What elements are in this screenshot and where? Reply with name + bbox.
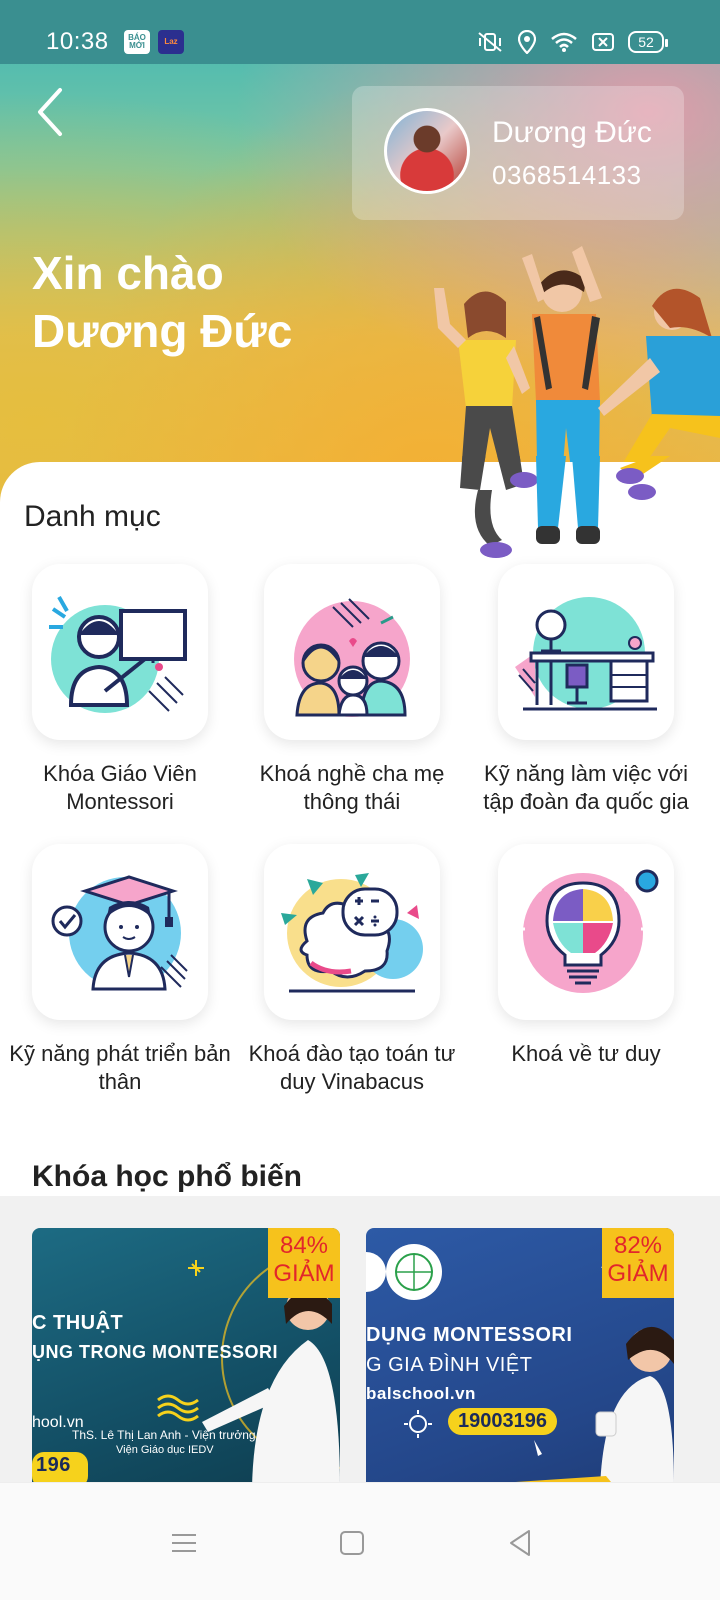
graduate-icon — [51, 875, 188, 991]
students-illustration-foreground — [460, 456, 670, 558]
battery-icon: 52 — [628, 31, 668, 53]
discount-badge: 82% GIẢM — [602, 1228, 674, 1298]
course-title-line2: G GIA ĐÌNH VIỆT — [366, 1354, 533, 1376]
category-label: Khoá đào tạo toán tư duy Vinabacus — [248, 1041, 456, 1094]
category-label: Khoá nghề cha mẹ thông thái — [259, 761, 445, 814]
category-self-development[interactable]: Kỹ năng phát triển bản thân — [2, 844, 238, 1096]
category-label: Kỹ năng phát triển bản thân — [9, 1041, 231, 1094]
greeting: Xin chào Dương Đức — [32, 244, 292, 360]
status-bar: 10:38 BÁO MỚI Laz 52 — [0, 0, 720, 64]
profile-card[interactable]: Dương Đức 0368514133 — [352, 86, 684, 220]
category-tile[interactable] — [32, 564, 208, 740]
discount-label: GIẢM — [607, 1260, 669, 1287]
category-vinabacus[interactable]: Khoá đào tạo toán tư duy Vinabacus — [234, 844, 470, 1096]
family-icon — [294, 598, 410, 717]
category-label: Kỹ năng làm việc với tập đoàn đa quốc gi… — [483, 761, 689, 814]
course-card[interactable]: 82% GIẢM DỤNG MONTESSORI G GIA ĐÌNH VIỆT… — [366, 1228, 674, 1488]
home-button[interactable] — [322, 1513, 382, 1573]
category-label: Khóa Giáo Viên Montessori — [43, 761, 197, 814]
puzzle-bulb-icon — [517, 867, 659, 993]
profile-name: Dương Đức — [492, 116, 652, 149]
profile-phone: 0368514133 — [492, 160, 642, 190]
teacher-board-icon — [49, 596, 187, 713]
course-title-line2: ỤNG TRONG MONTESSORI — [32, 1342, 279, 1362]
location-icon — [518, 30, 536, 54]
discount-value: 84% — [279, 1232, 329, 1259]
back-nav-button[interactable] — [490, 1513, 550, 1573]
status-icons: 52 — [476, 30, 668, 54]
category-section-title: Danh mục — [24, 500, 161, 533]
square-icon — [340, 1531, 364, 1555]
category-tile[interactable] — [498, 844, 674, 1020]
greeting-name: Dương Đức — [32, 305, 293, 357]
avatar — [384, 108, 470, 194]
wifi-icon — [551, 32, 577, 52]
lazada-app-icon: Laz — [158, 30, 184, 54]
course-title-line1: DỤNG MONTESSORI — [366, 1324, 573, 1346]
vibrate-mute-icon — [478, 32, 502, 52]
triangle-back-icon — [510, 1530, 530, 1556]
discount-value: 82% — [613, 1232, 663, 1259]
discount-badge: 84% GIẢM — [268, 1228, 340, 1298]
category-label: Khoá về tư duy — [511, 1041, 661, 1066]
category-tile[interactable] — [264, 844, 440, 1020]
greeting-line1: Xin chào — [32, 247, 224, 299]
baomoi-app-icon: BÁO MỚI — [124, 30, 150, 54]
system-nav-bar — [0, 1482, 720, 1600]
office-desk-icon — [515, 597, 657, 711]
category-montessori-teacher[interactable]: Khóa Giáo Viên Montessori — [2, 564, 238, 816]
category-tile[interactable] — [498, 564, 674, 740]
discount-label: GIẢM — [273, 1260, 335, 1287]
course-author: ThS. Lê Thị Lan Anh - Viện trưởng — [72, 1428, 256, 1442]
category-thinking[interactable]: Khoá về tư duy — [468, 844, 704, 1068]
course-card[interactable]: 84% GIẢM C THUẬT ỤNG TRONG MONTESSORI ho… — [32, 1228, 340, 1488]
sim-icon — [592, 33, 614, 51]
status-time: 10:38 — [46, 28, 109, 55]
category-tile[interactable] — [264, 564, 440, 740]
course-site: balschool.vn — [366, 1384, 476, 1403]
back-button[interactable] — [30, 84, 78, 140]
category-tile[interactable] — [32, 844, 208, 1020]
category-multinational-skills[interactable]: Kỹ năng làm việc với tập đoàn đa quốc gi… — [468, 564, 704, 816]
menu-icon — [172, 1534, 196, 1552]
popular-section-title: Khóa học phổ biến — [32, 1160, 302, 1193]
brain-math-icon — [281, 873, 423, 993]
course-org: Viện Giáo dục IEDV — [116, 1444, 214, 1456]
category-parenting[interactable]: Khoá nghề cha mẹ thông thái — [234, 564, 470, 816]
course-title-line1: C THUẬT — [32, 1312, 124, 1334]
chevron-left-icon — [38, 88, 62, 136]
menu-button[interactable] — [154, 1513, 214, 1573]
course-phone: 196 — [36, 1454, 71, 1476]
course-phone: 19003196 — [448, 1408, 557, 1435]
